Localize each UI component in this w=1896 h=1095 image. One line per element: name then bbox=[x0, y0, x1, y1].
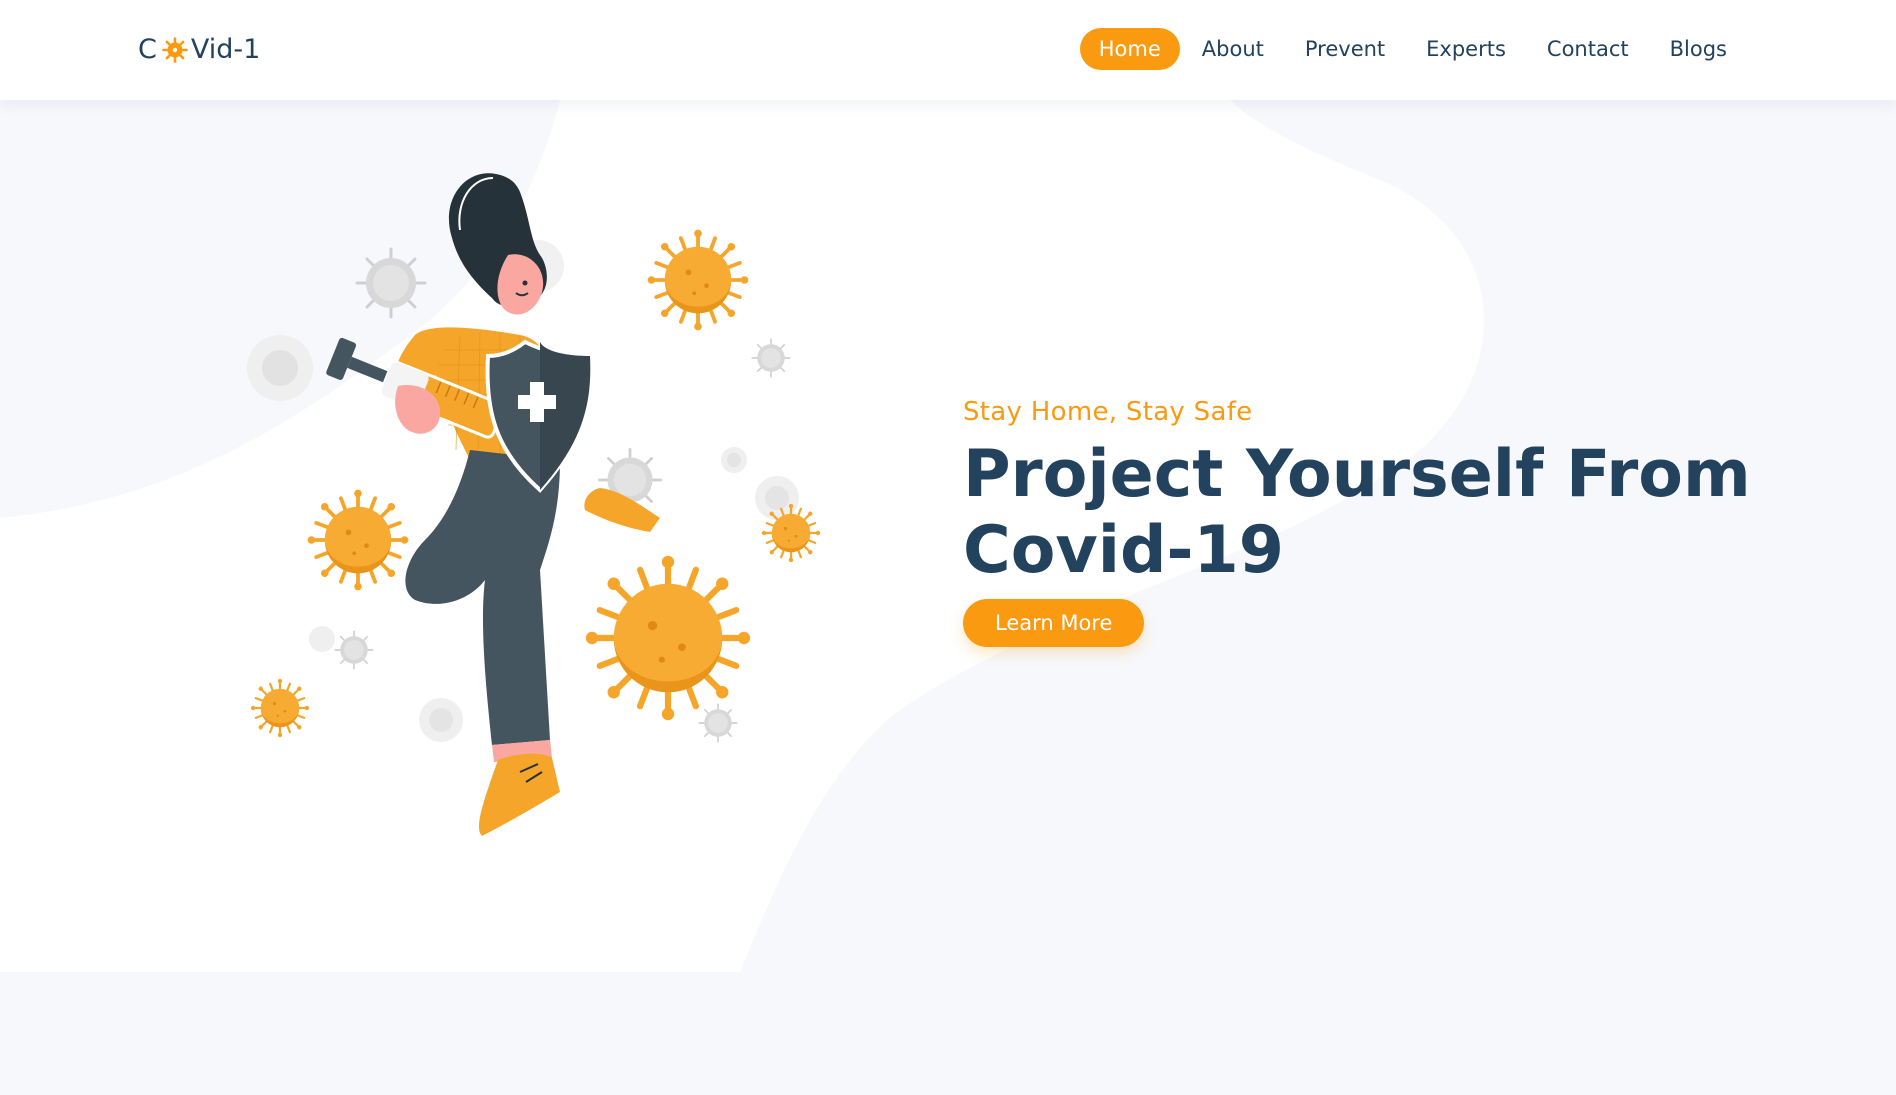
brand-suffix: Vid-1 bbox=[190, 34, 261, 65]
virus-icon bbox=[161, 36, 189, 64]
hero-content: Stay Home, Stay Safe Project Yourself Fr… bbox=[963, 397, 1823, 647]
nav-item-blogs[interactable]: Blogs bbox=[1651, 28, 1746, 70]
nav-item-experts[interactable]: Experts bbox=[1407, 28, 1525, 70]
nav-item-contact[interactable]: Contact bbox=[1528, 28, 1648, 70]
learn-more-button[interactable]: Learn More bbox=[963, 599, 1145, 647]
navbar: C Vid-1 Home About Prevent Experts Conta… bbox=[0, 0, 1896, 100]
nav-item-home[interactable]: Home bbox=[1079, 28, 1180, 70]
hero-title: Project Yourself From Covid-19 bbox=[963, 437, 1823, 589]
brand-logo[interactable]: C Vid-1 bbox=[138, 34, 260, 65]
page: C Vid-1 Home About Prevent Experts Conta… bbox=[0, 0, 1896, 1095]
hero-subtitle: Stay Home, Stay Safe bbox=[963, 397, 1253, 427]
hero-title-line1: Project Yourself From bbox=[963, 437, 1751, 512]
nav-item-about[interactable]: About bbox=[1183, 28, 1283, 70]
main-nav: Home About Prevent Experts Contact Blogs bbox=[1077, 28, 1746, 70]
hero-title-line2: Covid-19 bbox=[963, 513, 1284, 588]
hero-illustration bbox=[247, 173, 822, 836]
brand-prefix: C bbox=[138, 34, 157, 65]
nav-item-prevent[interactable]: Prevent bbox=[1286, 28, 1404, 70]
